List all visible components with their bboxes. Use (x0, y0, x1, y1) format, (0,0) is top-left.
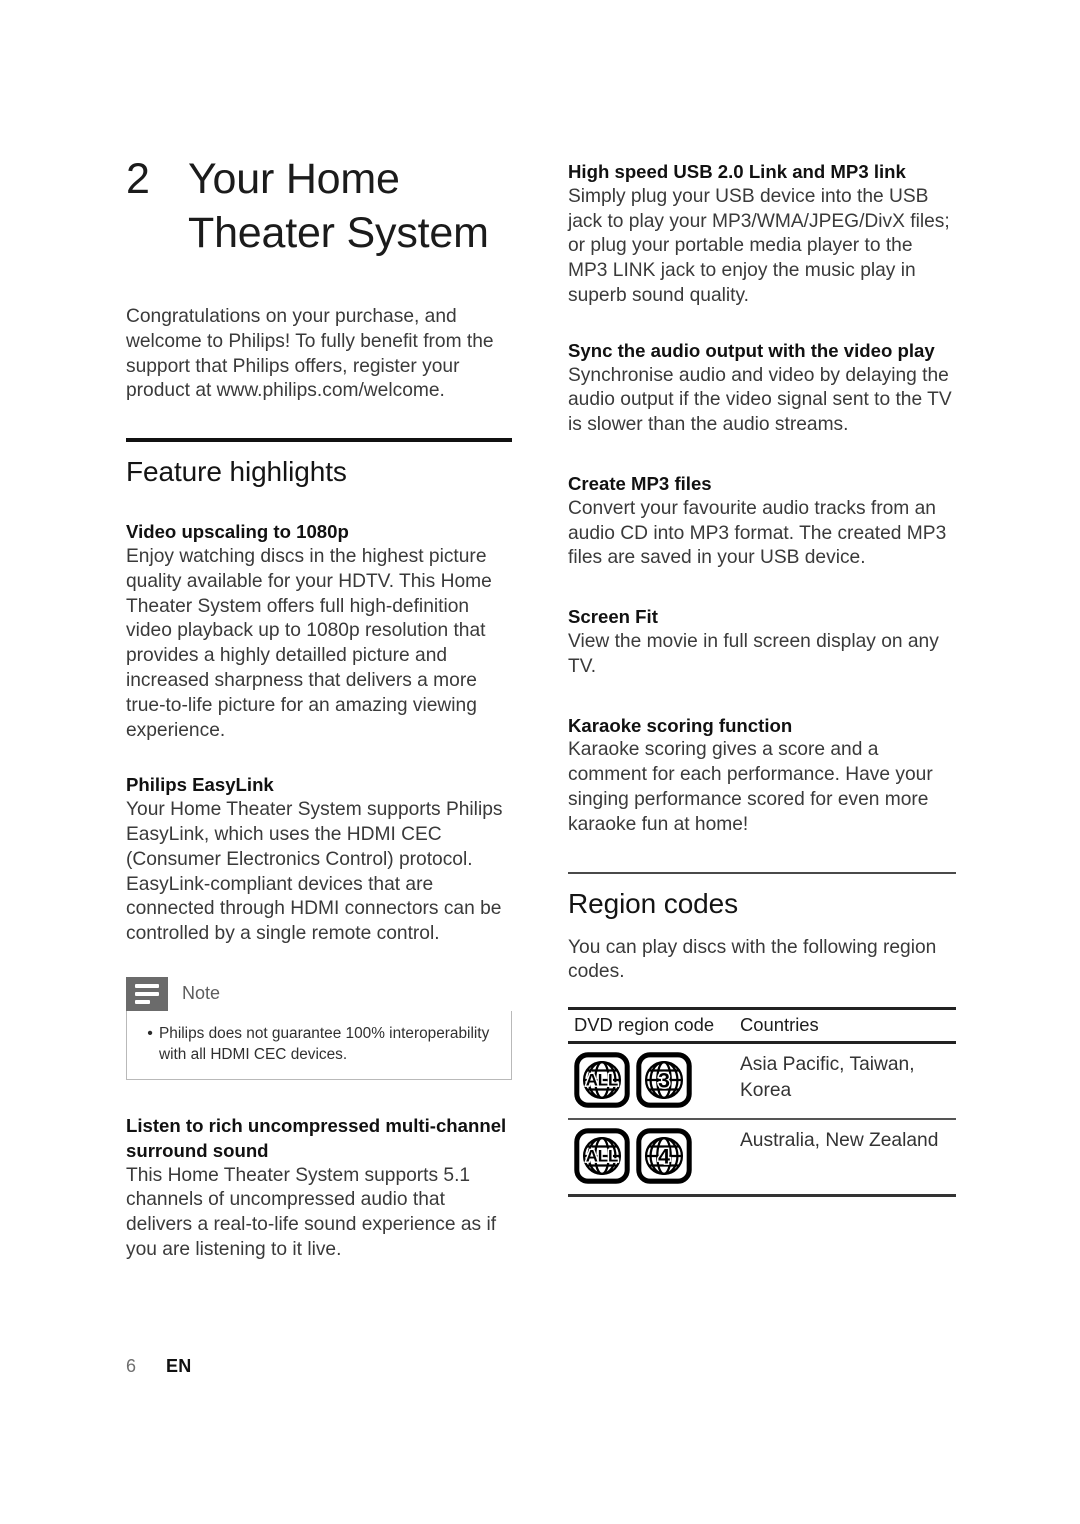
countries-cell: Australia, New Zealand (734, 1119, 956, 1198)
region-code-label: 4 (658, 1145, 670, 1169)
feature-item-body: This Home Theater System supports 5.1 ch… (126, 1164, 497, 1260)
manual-page: 2 Your Home Theater System Congratulatio… (0, 0, 1080, 1524)
feature-item-karaoke-scoring: Karaoke scoring function Karaoke scoring… (568, 714, 956, 838)
feature-item-body: Karaoke scoring gives a score and a comm… (568, 739, 933, 835)
language-code: EN (166, 1356, 192, 1376)
region-code-all-icon: ALL (574, 1128, 630, 1184)
feature-item-heading: Karaoke scoring function (568, 714, 793, 736)
right-column: High speed USB 2.0 Link and MP3 link Sim… (568, 160, 956, 1198)
note-header: Note (126, 976, 512, 1011)
region-code-label: ALL (586, 1147, 619, 1166)
chapter-title-line2: Theater System (188, 209, 489, 257)
note-text: Philips does not guarantee 100% interope… (159, 1024, 490, 1063)
feature-item-video-upscaling: Video upscaling to 1080p Enjoy watching … (126, 520, 512, 743)
table-header-row: DVD region code Countries (568, 1007, 956, 1045)
feature-item-heading: Listen to rich uncompressed multi-channe… (126, 1114, 507, 1161)
feature-item-heading: Create MP3 files (568, 472, 712, 494)
feature-item-heading: Sync the audio output with the video pla… (568, 339, 935, 361)
chapter-title-line1: Your Home (188, 155, 400, 203)
feature-item-heading: High speed USB 2.0 Link and MP3 link (568, 161, 906, 182)
region-code-label: 3 (658, 1069, 670, 1093)
region-code-label: ALL (586, 1071, 619, 1090)
region-code-cell: ALL 3 (568, 1042, 734, 1121)
region-code-all-icon: ALL (574, 1052, 630, 1108)
feature-item-body: Synchronise audio and video by delaying … (568, 364, 952, 436)
region-code-number-icon: 4 (636, 1128, 692, 1184)
region-codes-heading: Region codes (568, 887, 739, 919)
feature-item-heading: Video upscaling to 1080p (126, 521, 349, 543)
chapter-heading: 2 Your Home Theater System (126, 152, 546, 260)
feature-item-body: Enjoy watching discs in the highest pict… (126, 545, 492, 741)
countries-cell: Asia Pacific, Taiwan, Korea (734, 1042, 956, 1121)
table-row: ALL 4 Australia, New Zealand (568, 1119, 956, 1198)
feature-item-create-mp3: Create MP3 files Convert your favourite … (568, 472, 956, 571)
chapter-number: 2 (126, 155, 150, 203)
column-header-countries: Countries (734, 1007, 956, 1045)
feature-item-surround-sound: Listen to rich uncompressed multi-channe… (126, 1114, 512, 1263)
left-column: Congratulations on your purchase, and we… (126, 305, 512, 1263)
feature-item-body: Convert your favourite audio tracks from… (568, 497, 947, 569)
note-box: Note • Philips does not guarantee 100% i… (126, 976, 512, 1080)
note-label: Note (182, 983, 221, 1004)
note-list-item: • Philips does not guarantee 100% intero… (141, 1023, 497, 1065)
feature-item-body: Simply plug your USB device into the USB… (568, 185, 950, 306)
feature-highlights-heading: Feature highlights (126, 456, 347, 488)
feature-item-body: View the movie in full screen display on… (568, 630, 939, 677)
column-header-dvd-region-code: DVD region code (568, 1007, 734, 1045)
chapter-title: Your Home Theater System (188, 152, 489, 260)
table-row: ALL 3 Asia Pacific, Taiwan, Korea (568, 1042, 956, 1121)
page-number: 6 (126, 1356, 137, 1376)
feature-item-body: Your Home Theater System supports Philip… (126, 799, 503, 945)
note-body: • Philips does not guarantee 100% intero… (126, 1010, 512, 1080)
note-lines-icon (126, 976, 168, 1011)
page-footer: 6 EN (126, 1356, 192, 1377)
region-codes-table: DVD region code Countries ALL 3 Asia Pac… (568, 1007, 956, 1198)
region-code-number-icon: 3 (636, 1052, 692, 1108)
feature-item-audio-sync: Sync the audio output with the video pla… (568, 339, 956, 438)
feature-item-usb-link: High speed USB 2.0 Link and MP3 link Sim… (568, 160, 956, 309)
region-codes-intro: You can play discs with the following re… (568, 936, 937, 983)
feature-item-heading: Screen Fit (568, 606, 658, 628)
feature-item-screen-fit: Screen Fit View the movie in full screen… (568, 605, 956, 679)
feature-item-heading: Philips EasyLink (126, 774, 274, 796)
intro-paragraph: Congratulations on your purchase, and we… (126, 306, 494, 402)
bullet-icon: • (147, 1024, 153, 1042)
region-code-cell: ALL 4 (568, 1119, 734, 1198)
feature-item-philips-easylink: Philips EasyLink Your Home Theater Syste… (126, 773, 512, 947)
